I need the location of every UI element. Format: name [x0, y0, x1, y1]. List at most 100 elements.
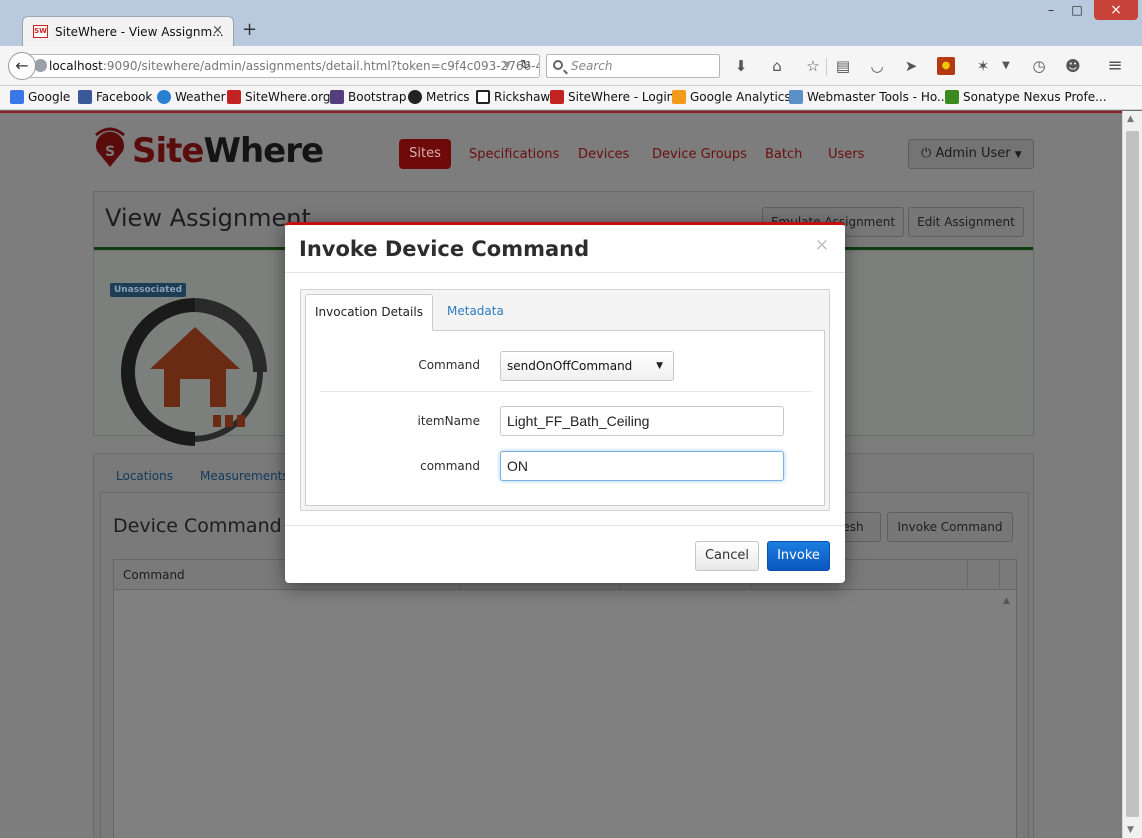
scroll-up-icon[interactable]: ▲	[1127, 114, 1134, 124]
bookmark-rickshaw[interactable]: Rickshaw	[476, 90, 550, 104]
page-scrollbar[interactable]: ▲ ▼	[1122, 111, 1142, 838]
scroll-thumb[interactable]	[1126, 131, 1139, 817]
url-bar[interactable]: localhost:9090/sitewhere/admin/assignmen…	[30, 54, 540, 78]
bookmark-label: Sonatype Nexus Profe...	[963, 90, 1107, 104]
invocations-grid: Command ▲	[113, 559, 1017, 838]
admin-user-menu[interactable]: ⏻ Admin User ▼	[908, 139, 1034, 169]
bookmark-label: SiteWhere - Login	[568, 90, 675, 104]
reload-icon[interactable]: ↻	[520, 55, 531, 77]
invoke-button[interactable]: Invoke	[767, 541, 830, 571]
grid-scroll-up-icon[interactable]: ▲	[1003, 596, 1010, 606]
nav-sites[interactable]: Sites	[399, 139, 451, 169]
bookmark-label: Bootstrap	[348, 90, 407, 104]
extension-icon[interactable]: ✶	[973, 56, 993, 76]
sitewhere-icon	[550, 90, 564, 104]
grid-column-divider	[967, 560, 968, 590]
history-icon[interactable]: ◷	[1029, 56, 1049, 76]
download-icon[interactable]: ⬇	[731, 56, 751, 76]
send-icon[interactable]: ➤	[901, 56, 921, 76]
invoke-command-button[interactable]: Invoke Command	[887, 512, 1013, 542]
weather-icon	[157, 90, 171, 104]
close-icon[interactable]: ×	[815, 235, 829, 255]
webmaster-icon	[789, 90, 803, 104]
tab-locations[interactable]: Locations	[116, 469, 173, 483]
sitewhere-favicon-icon: SW	[33, 25, 48, 38]
browser-tab[interactable]: SW SiteWhere - View Assignm... ×	[22, 16, 234, 46]
bookmark-sitewhere-org[interactable]: SiteWhere.org	[227, 90, 330, 104]
admin-user-label: Admin User	[935, 146, 1011, 161]
chevron-down-icon[interactable]: ▼	[996, 56, 1016, 76]
bookmark-webmaster-tools[interactable]: Webmaster Tools - Ho...	[789, 90, 948, 104]
bookmark-label: Metrics	[426, 90, 470, 104]
bookmark-bootstrap[interactable]: Bootstrap	[330, 90, 406, 104]
nav-devices[interactable]: Devices	[578, 147, 629, 162]
bookmark-sitewhere-login[interactable]: SiteWhere - Login	[550, 90, 674, 104]
new-tab-button[interactable]: +	[242, 19, 257, 40]
caret-down-icon: ▼	[1014, 150, 1022, 160]
grid-column-command[interactable]: Command	[123, 568, 185, 582]
back-button[interactable]: ←	[8, 52, 36, 80]
home-icon[interactable]: ⌂	[767, 56, 787, 76]
tab-title: SiteWhere - View Assignm...	[55, 25, 224, 39]
tab-metadata[interactable]: Metadata	[447, 304, 504, 318]
dialog-title: Invoke Device Command	[299, 237, 590, 261]
toolbar-divider	[826, 58, 827, 76]
tab-close-icon[interactable]: ×	[212, 23, 223, 38]
addon-icon[interactable]: ●	[937, 57, 955, 75]
command-select[interactable]: sendOnOffCommand ▼	[500, 351, 674, 381]
bookmark-sonatype-nexus[interactable]: Sonatype Nexus Profe...	[945, 90, 1107, 104]
command-label: Command	[418, 358, 480, 372]
bookmark-google[interactable]: Google	[10, 90, 70, 104]
cancel-button[interactable]: Cancel	[695, 541, 759, 571]
header-accent-line	[0, 111, 1122, 113]
bookmark-weather[interactable]: Weather	[157, 90, 226, 104]
url-dropdown-icon[interactable]: ▼	[503, 55, 511, 77]
star-icon[interactable]: ☆	[803, 56, 823, 76]
invoke-command-dialog: Invoke Device Command × Invocation Detai…	[285, 222, 845, 583]
nav-users[interactable]: Users	[828, 147, 864, 162]
tab-measurements[interactable]: Measurements	[200, 469, 289, 483]
invocation-details-form: Command sendOnOffCommand ▼ itemName Ligh…	[305, 330, 825, 506]
bookmark-facebook[interactable]: Facebook	[78, 90, 152, 104]
menu-icon[interactable]: ≡	[1105, 56, 1125, 76]
tab-invocation-details[interactable]: Invocation Details	[305, 294, 433, 331]
logo-where: Where	[203, 131, 324, 171]
edit-assignment-button[interactable]: Edit Assignment	[908, 207, 1024, 237]
nav-batch[interactable]: Batch	[765, 147, 802, 162]
bookmark-label: Google	[28, 90, 71, 104]
grid-column-divider	[999, 560, 1000, 590]
dialog-header: Invoke Device Command ×	[285, 225, 845, 273]
chat-icon[interactable]: ☻	[1063, 56, 1083, 76]
back-icon: ←	[15, 56, 29, 75]
sitewhere-icon	[227, 90, 241, 104]
browser-navbar: localhost:9090/sitewhere/admin/assignmen…	[0, 46, 1142, 86]
logo-mark-icon: S	[95, 127, 125, 167]
bookmark-metrics[interactable]: Metrics	[408, 90, 470, 104]
bookmark-label: Facebook	[96, 90, 153, 104]
nav-device-groups[interactable]: Device Groups	[652, 147, 747, 162]
power-icon: ⏻	[921, 146, 932, 161]
scroll-down-icon[interactable]: ▼	[1127, 825, 1134, 835]
dialog-footer: Cancel Invoke	[285, 525, 845, 583]
url-path: :9090/sitewhere/admin/assignments/detail…	[102, 59, 540, 73]
bookmark-google-analytics[interactable]: Google Analytics	[672, 90, 791, 104]
nexus-icon	[945, 90, 959, 104]
bookmark-label: Weather	[175, 90, 226, 104]
window-titlebar: SW SiteWhere - View Assignm... × + – □ ×	[0, 0, 1142, 46]
command-param-input[interactable]: ON	[500, 451, 784, 481]
bootstrap-icon	[330, 90, 344, 104]
url-host: localhost	[49, 59, 103, 73]
google-icon	[10, 90, 24, 104]
item-name-input[interactable]: Light_FF_Bath_Ceiling	[500, 406, 784, 436]
window-minimize-button[interactable]: –	[1040, 0, 1062, 20]
window-maximize-button[interactable]: □	[1066, 0, 1088, 20]
reader-icon[interactable]: ▤	[833, 56, 853, 76]
nav-specifications[interactable]: Specifications	[469, 147, 559, 162]
search-input[interactable]: Search	[546, 54, 720, 78]
dialog-tabs: Invocation Details Metadata Command send…	[300, 289, 830, 511]
pocket-icon[interactable]: ◡	[867, 56, 887, 76]
logo-site: Site	[132, 131, 204, 171]
search-placeholder: Search	[571, 59, 613, 73]
status-badge: Unassociated	[110, 283, 187, 297]
window-close-button[interactable]: ×	[1094, 0, 1138, 20]
